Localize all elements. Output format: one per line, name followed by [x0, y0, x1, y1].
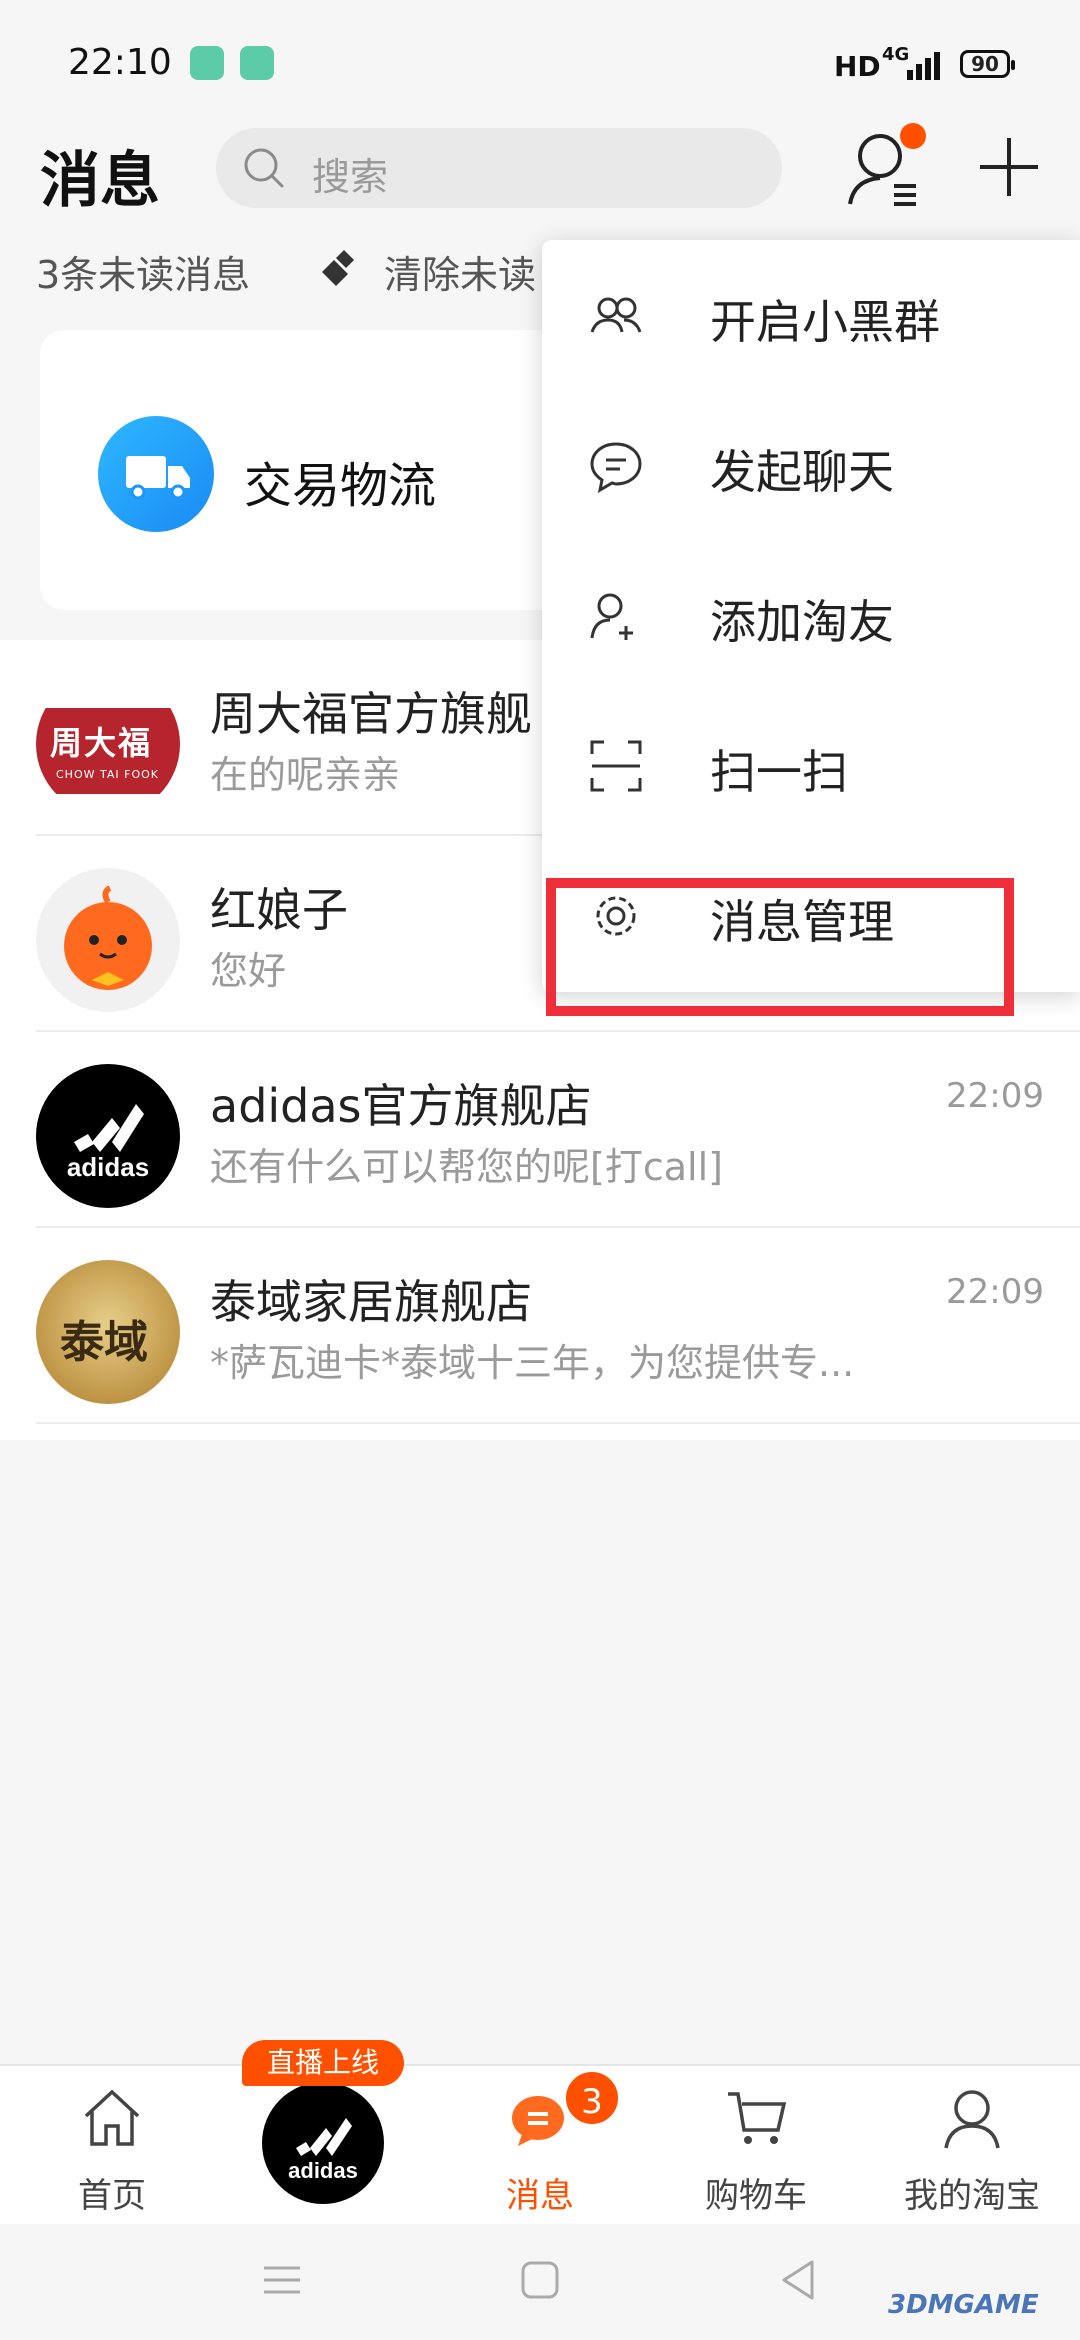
menu-item-label: 开启小黑群: [710, 295, 940, 349]
conversation-preview: 还有什么可以帮您的呢[打call]: [210, 1145, 723, 1189]
message-count-badge: 3: [562, 2068, 622, 2128]
avatar-text: adidas: [67, 1152, 149, 1182]
chat-bubble-icon: [590, 442, 642, 493]
battery-icon: 90: [960, 50, 1015, 78]
menu-item-label: 发起聊天: [710, 445, 894, 499]
menu-item-chat[interactable]: 发起聊天: [542, 390, 1080, 540]
conversation-preview: 在的呢亲亲: [210, 753, 401, 797]
search-placeholder: 搜索: [312, 155, 389, 199]
avatar-text: 周大福: [50, 724, 153, 762]
tab-label: 消息: [506, 2176, 574, 2216]
conversation-name: 红娘子: [210, 883, 348, 937]
menu-icon[interactable]: [252, 2250, 312, 2310]
search-icon: [244, 148, 284, 188]
logistics-label: 交易物流: [244, 458, 437, 514]
system-navigation-bar: [0, 2224, 1080, 2340]
truck-icon: [98, 416, 214, 532]
logistics-card[interactable]: 交易物流: [40, 330, 600, 610]
status-time: 22:10: [68, 42, 172, 83]
tab-label: 首页: [78, 2176, 146, 2216]
scan-icon: [590, 740, 642, 792]
signal-icon: [907, 52, 940, 80]
conversation-time: 22:09: [946, 1272, 1044, 1312]
group-icon: [590, 297, 642, 333]
status-bar: 22:10 HD 4G 90: [0, 0, 1080, 130]
tab-profile[interactable]: 我的淘宝: [864, 2066, 1080, 2226]
unread-count: 3条未读消息: [36, 253, 251, 297]
menu-item-scan[interactable]: 扫一扫: [542, 690, 1080, 840]
avatar: adidas: [36, 1064, 180, 1208]
tab-label: 购物车: [705, 2176, 807, 2216]
conversation-name: 泰域家居旗舰店: [210, 1275, 532, 1329]
menu-item-label: 添加淘友: [710, 595, 894, 649]
avatar-subtext: CHOW TAI FOOK: [56, 768, 159, 781]
search-input[interactable]: 搜索: [216, 128, 782, 208]
avatar: 泰域: [36, 1260, 180, 1404]
back-icon[interactable]: [768, 2250, 828, 2310]
app-notification-icon: [190, 46, 224, 80]
tab-label: 我的淘宝: [904, 2176, 1040, 2216]
app-notification-icon-2: [240, 46, 274, 80]
adidas-text: adidas: [288, 2158, 358, 2183]
menu-item-add-friend[interactable]: 添加淘友: [542, 540, 1080, 690]
avatar: 周大福 CHOW TAI FOOK: [36, 672, 180, 816]
menu-item-label: 扫一扫: [710, 745, 848, 799]
home-button-icon[interactable]: [510, 2250, 570, 2310]
hd-indicator: HD: [834, 50, 881, 83]
watermark: 3DMGAME: [888, 2290, 1039, 2320]
highlight-box: [546, 878, 1014, 1016]
conversation-preview: 您好: [210, 949, 287, 993]
avatar-text: 泰域: [60, 1317, 148, 1368]
tab-live-adidas[interactable]: adidas: [262, 2082, 384, 2204]
tab-cart[interactable]: 购物车: [648, 2066, 864, 2226]
plus-icon[interactable]: [976, 134, 1042, 200]
bottom-tab-bar: 首页 消息 购物车 我的淘宝: [0, 2064, 1080, 2226]
menu-item-group[interactable]: 开启小黑群: [542, 240, 1080, 390]
tab-home[interactable]: 首页: [4, 2066, 220, 2226]
add-friend-icon: [590, 593, 633, 640]
avatar: [36, 868, 180, 1012]
list-item[interactable]: adidas adidas官方旗舰店 还有什么可以帮您的呢[打call] 22:…: [0, 1032, 1080, 1228]
broom-icon[interactable]: [318, 246, 362, 290]
page-title: 消息: [40, 146, 160, 216]
conversation-name: adidas官方旗舰店: [210, 1079, 592, 1133]
profile-icon: [944, 2090, 1000, 2149]
conversation-preview: *萨瓦迪卡*泰域十三年，为您提供专...: [210, 1341, 855, 1385]
conversation-time: 22:09: [946, 1076, 1044, 1116]
cart-icon: [728, 2092, 787, 2144]
home-icon: [84, 2089, 140, 2146]
list-item[interactable]: 泰域 泰域家居旗舰店 *萨瓦迪卡*泰域十三年，为您提供专... 22:09: [0, 1228, 1080, 1424]
clear-unread-button[interactable]: 清除未读: [384, 244, 544, 299]
conversation-name: 周大福官方旗舰: [210, 687, 532, 741]
live-badge: 直播上线: [242, 2040, 404, 2086]
notification-dot: [900, 123, 926, 149]
